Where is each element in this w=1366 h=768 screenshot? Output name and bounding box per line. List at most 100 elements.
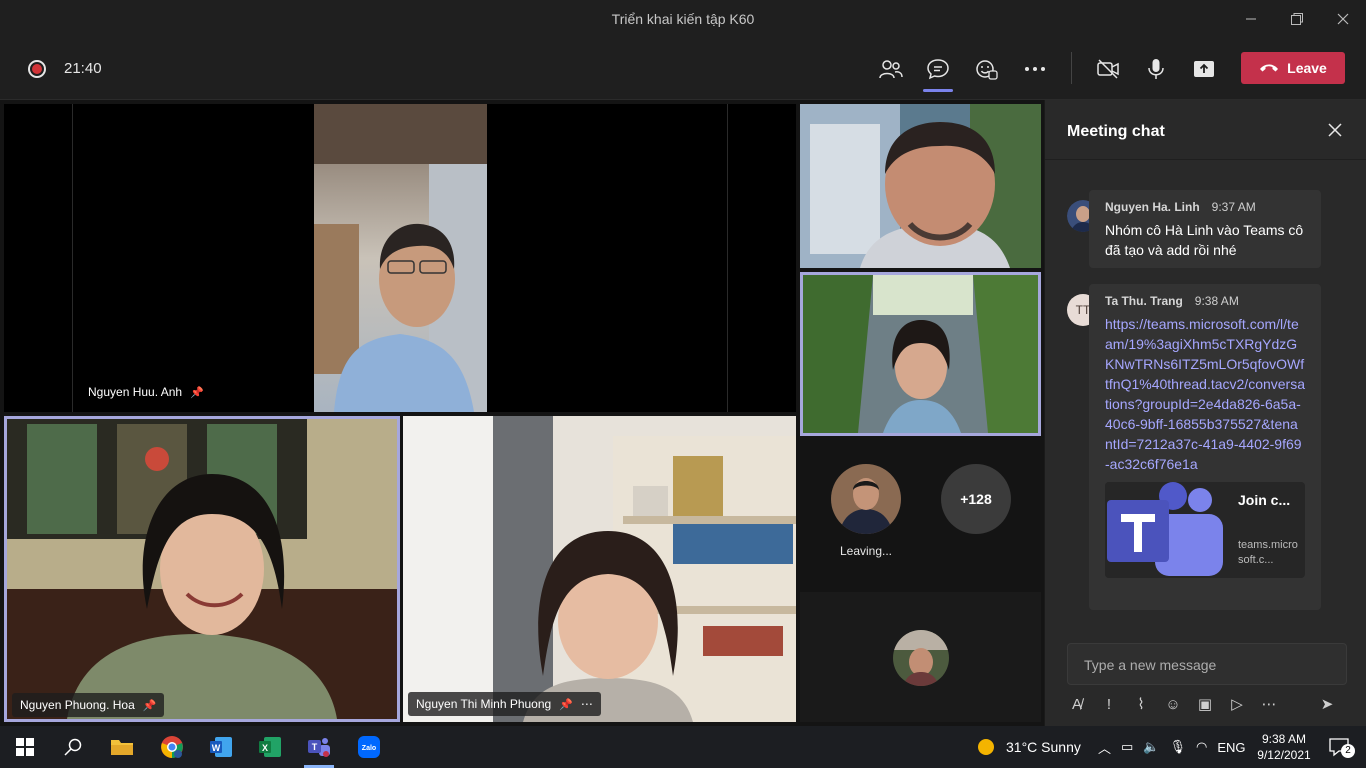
participant-tile-small[interactable] (800, 592, 1041, 722)
clock[interactable]: 9:38 AM 9/12/2021 (1252, 731, 1316, 763)
leave-button[interactable]: Leave (1241, 52, 1345, 84)
message-link[interactable]: https://teams.microsoft.com/l/team/19%3a… (1105, 316, 1305, 472)
meet-icon[interactable]: ▷ (1227, 695, 1247, 713)
reactions-icon (976, 60, 998, 80)
wifi-icon[interactable]: ◠ (1196, 739, 1207, 755)
leaving-label: Leaving... (839, 544, 893, 558)
people-button[interactable] (873, 52, 909, 86)
file-explorer-button[interactable] (105, 732, 139, 762)
video-tile-hoa[interactable]: Nguyen Phuong. Hoa 📌 (4, 416, 400, 722)
battery-icon[interactable]: ▭ (1121, 739, 1133, 755)
compose-toolbar: A̸ ! ⌇ ☺ ▣ ▷ ⋯ ➤ (1067, 692, 1347, 716)
search-button[interactable] (56, 732, 90, 762)
participant-video-phuong (403, 416, 796, 722)
message-text: Nhóm cô Hà Linh vào Teams cô đã tạo và a… (1105, 222, 1304, 258)
excel-icon: X (259, 737, 281, 757)
maximize-icon[interactable] (1274, 0, 1320, 38)
clock-time: 9:38 AM (1261, 732, 1307, 746)
leave-label: Leave (1287, 60, 1327, 76)
participant-tile-leaving[interactable]: Leaving... +128 (800, 440, 1041, 588)
important-icon[interactable]: ! (1099, 696, 1119, 713)
chat-message: Nguyen Ha. Linh 9:37 AM Nhóm cô Hà Linh v… (1089, 190, 1321, 268)
show-hidden-icons-icon[interactable]: ︿ (1098, 738, 1111, 757)
participant-name-anh: Nguyen Huu. Anh (88, 385, 183, 399)
folder-icon (111, 740, 133, 755)
pin-icon[interactable]: 📌 (190, 386, 204, 399)
search-icon (64, 738, 82, 756)
word-button[interactable]: W (204, 732, 238, 762)
people-icon (879, 60, 903, 79)
minimize-icon[interactable] (1228, 0, 1274, 38)
more-actions-button[interactable] (1017, 52, 1053, 86)
zalo-button[interactable]: Zalo (352, 732, 386, 762)
more-options-icon[interactable]: ⋯ (581, 697, 593, 711)
participant-video-anh (314, 104, 487, 412)
camera-off-icon (1097, 59, 1119, 79)
message-input[interactable]: Type a new message (1067, 643, 1347, 685)
close-window-icon[interactable] (1320, 0, 1366, 38)
video-tile-phuong[interactable]: Nguyen Thi Minh Phuong 📌 ⋯ (403, 416, 796, 722)
phone-hangup-icon (1260, 64, 1279, 72)
send-icon[interactable]: ➤ (1317, 695, 1337, 713)
weather-text: 31°C Sunny (1006, 739, 1081, 755)
message-author: Ta Thu. Trang (1105, 294, 1183, 308)
excel-button[interactable]: X (253, 732, 287, 762)
sticker-icon[interactable]: ▣ (1195, 695, 1215, 713)
message-time: 9:37 AM (1211, 200, 1256, 214)
avatar-leaving (831, 464, 901, 534)
system-tray: ︿ ▭ 🔈 🎙 ◠ ENG (1098, 726, 1246, 768)
chat-icon (927, 59, 949, 80)
camera-toggle-button[interactable] (1090, 52, 1126, 86)
more-options-icon[interactable]: ⋯ (1259, 695, 1279, 713)
close-icon (1328, 123, 1342, 137)
chat-message: Ta Thu. Trang 9:38 AM https://teams.micro… (1089, 284, 1321, 610)
windows-taskbar: W X T Zalo 31°C Sunny ︿ ▭ 🔈 🎙 ◠ ENG 9:38… (0, 726, 1366, 768)
language-indicator[interactable]: ENG (1217, 740, 1245, 755)
microphone-tray-icon[interactable]: 🎙 (1170, 739, 1187, 755)
notifications-button[interactable]: 2 (1322, 732, 1356, 762)
name-tag-anh: Nguyen Huu. Anh 📌 (80, 380, 212, 404)
attach-icon[interactable]: ⌇ (1131, 695, 1151, 713)
participant-video-woman-right (803, 275, 1038, 433)
window-title: Triển khai kiến tập K60 (611, 11, 755, 27)
card-title: Join c... (1238, 492, 1291, 508)
pin-icon[interactable]: 📌 (559, 698, 573, 711)
video-stage: Nguyen Huu. Anh 📌 Leaving... +128 Nguyen… (0, 100, 1044, 726)
meeting-timer: 21:40 (64, 60, 102, 77)
recording-icon (28, 60, 46, 78)
participant-video-man-right (800, 104, 1041, 268)
svg-text:T: T (312, 742, 318, 752)
chat-title: Meeting chat (1067, 123, 1165, 140)
name-tag-hoa: Nguyen Phuong. Hoa 📌 (12, 693, 165, 717)
video-tile-man-right[interactable] (800, 104, 1041, 268)
chrome-button[interactable] (155, 732, 189, 762)
participant-name-hoa: Nguyen Phuong. Hoa (20, 698, 135, 712)
volume-icon[interactable]: 🔈 (1143, 739, 1159, 755)
sun-icon (978, 739, 994, 755)
share-content-button[interactable] (1186, 52, 1222, 86)
format-icon[interactable]: A̸ (1067, 696, 1087, 713)
link-preview-card[interactable]: Join c... teams.microsoft.c... (1105, 482, 1305, 578)
teams-button[interactable]: T (302, 732, 336, 762)
title-bar: Triển khai kiến tập K60 (0, 0, 1366, 38)
windows-start-button[interactable] (8, 732, 42, 762)
window-controls (1228, 0, 1366, 38)
microphone-button[interactable] (1138, 52, 1174, 86)
chat-header: Meeting chat (1045, 100, 1366, 160)
chat-button[interactable] (920, 52, 956, 92)
teams-icon: T (308, 738, 330, 757)
video-tile-woman-right[interactable] (800, 272, 1041, 436)
pin-icon[interactable]: 📌 (143, 699, 157, 712)
overflow-participants-button[interactable]: +128 (941, 464, 1011, 534)
video-tile-anh[interactable]: Nguyen Huu. Anh 📌 (4, 104, 796, 412)
windows-logo-icon (16, 738, 34, 756)
emoji-icon[interactable]: ☺ (1163, 696, 1183, 713)
microphone-icon (1148, 59, 1164, 79)
reactions-button[interactable] (968, 52, 1004, 86)
avatar-small (893, 630, 949, 686)
close-chat-button[interactable] (1325, 120, 1345, 140)
card-domain: teams.microsoft.c... (1238, 539, 1298, 566)
clock-date: 9/12/2021 (1257, 748, 1311, 762)
weather-widget[interactable]: 31°C Sunny (976, 726, 1081, 768)
word-icon: W (210, 737, 232, 757)
